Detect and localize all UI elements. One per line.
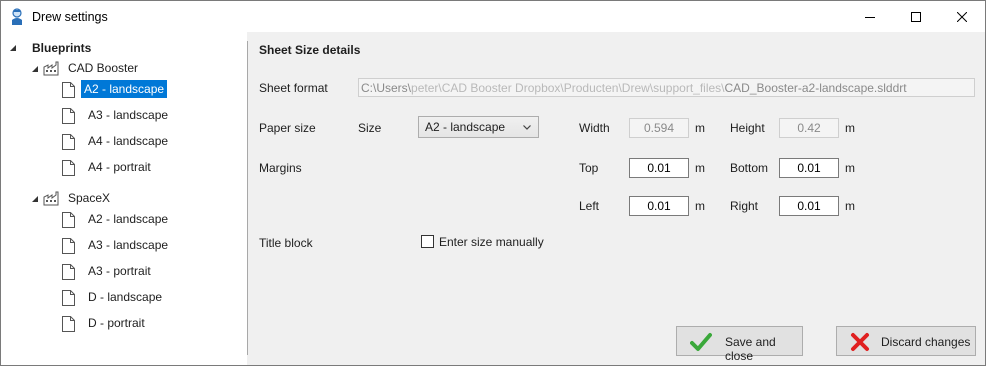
- height-unit: m: [845, 121, 855, 135]
- section-title: Sheet Size details: [259, 43, 361, 57]
- obscured-path-text: peter\CAD Booster Dropbox\Producten\Drew…: [411, 80, 725, 95]
- left-margin-field[interactable]: 0.01: [629, 196, 689, 216]
- left-margin-unit: m: [695, 199, 705, 213]
- chevron-down-icon: [523, 125, 531, 130]
- sheet-format-label: Sheet format: [259, 81, 328, 95]
- bottom-margin-field[interactable]: 0.01: [779, 158, 839, 178]
- settings-window: Drew settings Blueprints CAD Booster A2 …: [0, 0, 986, 366]
- document-icon: [62, 264, 75, 280]
- title-bar: Drew settings: [1, 1, 985, 32]
- minimize-icon: [865, 16, 875, 18]
- tree-item-cad-booster-a4-landscape[interactable]: A4 - landscape: [88, 131, 168, 151]
- width-unit: m: [695, 121, 705, 135]
- height-label: Height: [730, 121, 765, 135]
- right-margin-label: Right: [730, 199, 759, 213]
- sheet-format-path-field[interactable]: C:\Users\ peter\CAD Booster Dropbox\Produ…: [358, 78, 975, 97]
- margins-label: Margins: [259, 161, 302, 175]
- checkmark-icon: [690, 333, 712, 351]
- tree-item-spacex-a3-portrait[interactable]: A3 - portrait: [88, 261, 151, 281]
- document-icon: [62, 160, 75, 176]
- tree-item-cad-booster-a2-landscape[interactable]: A2 - landscape: [81, 79, 168, 99]
- tree-item-spacex-a2-landscape[interactable]: A2 - landscape: [88, 209, 168, 229]
- document-icon: [62, 82, 75, 98]
- document-icon: [62, 316, 75, 332]
- maximize-icon: [911, 11, 921, 22]
- top-margin-unit: m: [695, 161, 705, 175]
- paper-size-label: Paper size: [259, 121, 316, 135]
- app-icon: [12, 8, 22, 25]
- details-panel: Sheet Size details Sheet format C:\Users…: [248, 32, 985, 365]
- close-icon: [957, 11, 967, 22]
- top-margin-field[interactable]: 0.01: [629, 158, 689, 178]
- minimize-button[interactable]: [847, 1, 893, 32]
- window-title: Drew settings: [32, 10, 108, 24]
- tree-root[interactable]: Blueprints: [32, 38, 91, 58]
- close-button[interactable]: [939, 1, 985, 32]
- top-margin-label: Top: [579, 161, 599, 175]
- save-and-close-button[interactable]: Save and close: [676, 326, 803, 363]
- tree-item-spacex-d-landscape[interactable]: D - landscape: [88, 287, 162, 307]
- document-icon: [62, 238, 75, 254]
- maximize-button[interactable]: [893, 1, 939, 32]
- width-label: Width: [579, 121, 610, 135]
- document-icon: [62, 134, 75, 150]
- tree-item-spacex-a3-landscape[interactable]: A3 - landscape: [88, 235, 168, 255]
- blueprints-tree: Blueprints CAD Booster A2 - landscape A3…: [1, 32, 247, 365]
- cross-icon: [851, 333, 869, 351]
- height-field[interactable]: 0.42: [779, 118, 839, 138]
- bottom-margin-label: Bottom: [730, 161, 769, 175]
- tree-item-cad-booster-a3-landscape[interactable]: A3 - landscape: [88, 105, 168, 125]
- factory-icon: [43, 61, 59, 76]
- size-dropdown[interactable]: A2 - landscape: [418, 116, 539, 138]
- document-icon: [62, 108, 75, 124]
- bottom-margin-unit: m: [845, 161, 855, 175]
- right-margin-unit: m: [845, 199, 855, 213]
- document-icon: [62, 212, 75, 228]
- right-margin-field[interactable]: 0.01: [779, 196, 839, 216]
- tree-item-spacex-d-portrait[interactable]: D - portrait: [88, 313, 145, 333]
- tree-item-cad-booster-a4-portrait[interactable]: A4 - portrait: [88, 157, 151, 177]
- tree-group-cad-booster[interactable]: CAD Booster: [68, 58, 138, 78]
- factory-icon: [43, 191, 59, 206]
- enter-size-manually-checkbox[interactable]: [421, 235, 434, 248]
- left-margin-label: Left: [579, 199, 600, 213]
- width-field[interactable]: 0.594: [629, 118, 689, 138]
- enter-size-manually-label[interactable]: Enter size manually: [439, 235, 544, 249]
- tree-group-spacex[interactable]: SpaceX: [68, 188, 110, 208]
- collapse-icon[interactable]: [9, 44, 17, 52]
- collapse-icon[interactable]: [31, 195, 39, 203]
- size-label: Size: [358, 121, 382, 135]
- collapse-icon[interactable]: [31, 65, 39, 73]
- document-icon: [62, 290, 75, 306]
- title-block-label: Title block: [259, 236, 313, 250]
- discard-changes-button[interactable]: Discard changes: [836, 326, 976, 356]
